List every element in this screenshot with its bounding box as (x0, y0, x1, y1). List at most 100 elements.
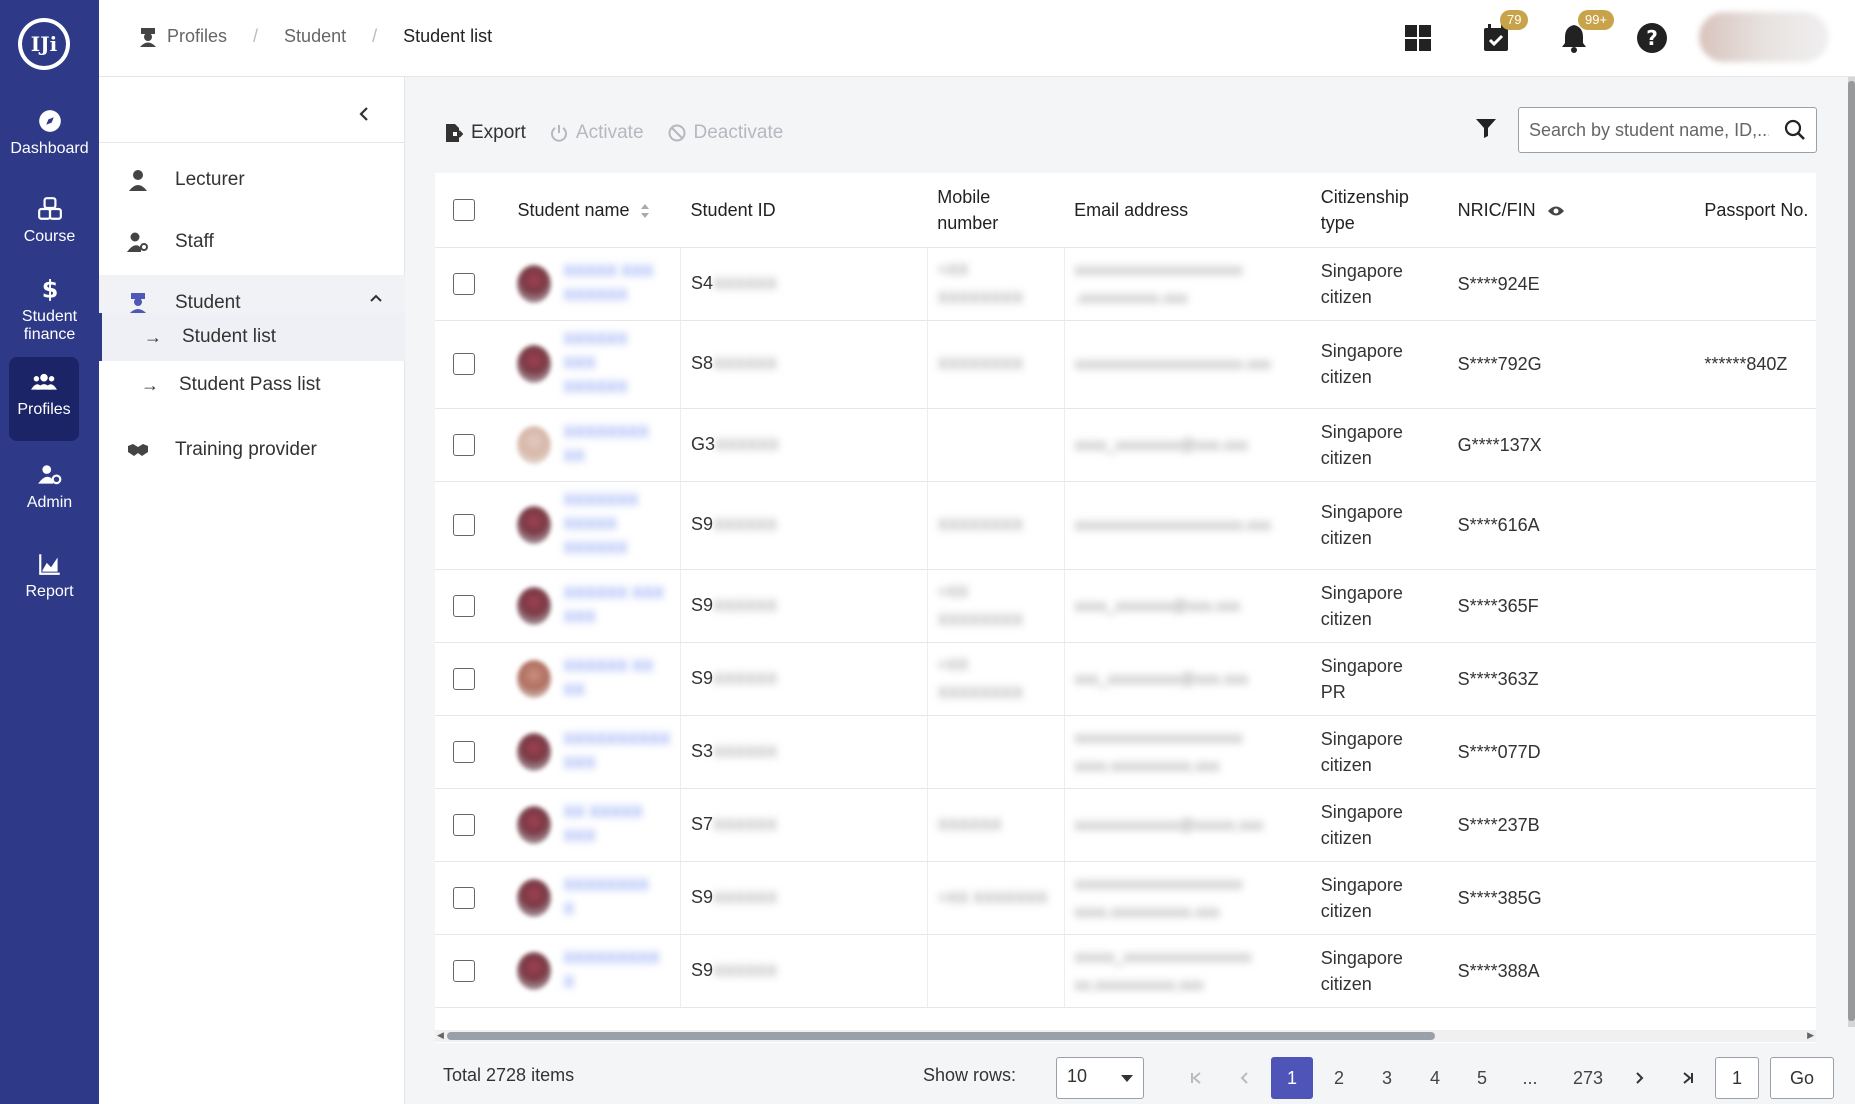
deactivate-button[interactable]: Deactivate (668, 122, 783, 144)
rail-item-course[interactable]: Course (0, 196, 99, 246)
top-bar: Profiles / Student / Student list 79 99+… (99, 0, 1855, 77)
citizenship-line1: Singapore (1320, 341, 1403, 361)
table-row[interactable]: XXXXXXXXXX XXX S3XXXXXX xxxxxxxxxxxxxxxxx… (435, 715, 1816, 789)
rail-item-dashboard[interactable]: Dashboard (0, 108, 99, 158)
subnav-item-staff[interactable]: Staff (99, 214, 405, 270)
rail-item-profiles[interactable]: Profiles (9, 357, 79, 441)
row-checkbox[interactable] (453, 740, 475, 763)
table-row[interactable]: XXXXXXXX X S9XXXXXX +XX XXXXXXX xxxxxxxxx… (435, 861, 1816, 935)
scroll-thumb[interactable] (447, 1032, 1435, 1040)
row-checkbox[interactable] (453, 886, 475, 909)
notifications-button[interactable]: 99+ (1554, 10, 1615, 58)
table-toolbar: Export Activate Deactivate (445, 117, 807, 149)
row-checkbox[interactable] (453, 813, 475, 836)
student-id-prefix: S9 (691, 594, 714, 615)
row-checkbox[interactable] (453, 272, 475, 295)
scroll-left-icon[interactable]: ◀ (437, 1030, 444, 1041)
breadcrumb-profiles[interactable]: Profiles (167, 26, 227, 47)
table-row[interactable]: XXXXXXXXX X S9XXXXXX xxxxx_xxxxxxxxxxxxxx… (435, 934, 1816, 1008)
rail-item-student-finance[interactable]: $ Student finance (0, 276, 99, 344)
last-page-button[interactable] (1667, 1057, 1709, 1099)
student-name-redacted[interactable]: XXXXXXXXXX XXX (563, 728, 670, 776)
page-button-1[interactable]: 1 (1271, 1057, 1313, 1099)
goto-page-input[interactable]: 1 (1715, 1057, 1759, 1099)
citizenship-line1: Singapore (1320, 582, 1403, 603)
search-box (1518, 107, 1817, 153)
table-row[interactable]: XXXXXX XX XX S9XXXXXX +XX XXXXXXXX xxx_xxx… (435, 642, 1816, 716)
table-row[interactable]: XXXXXXXX XX G3XXXXXX xxxx_xxxxxxxx@xxx.xx… (435, 408, 1816, 482)
student-name-redacted[interactable]: XXXXXXXX X (563, 874, 648, 922)
student-name-redacted[interactable]: XXXXXX XX XX (563, 655, 653, 703)
eye-icon[interactable] (1547, 205, 1565, 217)
table-row[interactable]: XXXXXX XXX XXXXXX S8XXXXXX XXXXXXXX xxxxxx… (435, 320, 1816, 409)
app-logo[interactable]: IJi (18, 18, 70, 70)
sort-icon[interactable] (640, 202, 650, 220)
filter-button[interactable] (1475, 117, 1497, 144)
student-name-redacted[interactable]: XX XXXXX XXX (563, 801, 642, 849)
email-redacted: xxxx_xxxxxxxx@xxx.xxx (1074, 436, 1249, 454)
page-button-4[interactable]: 4 (1414, 1057, 1456, 1099)
student-name-redacted[interactable]: XXXXXXXXXX (563, 421, 648, 469)
prev-page-button[interactable] (1223, 1057, 1265, 1099)
page-button-5[interactable]: 5 (1461, 1057, 1503, 1099)
citizenship-line1: Singapore (1320, 801, 1403, 822)
table-row[interactable]: XXXXXX XXX XXX S9XXXXXX +XX XXXXXXXX xxxx_… (435, 569, 1816, 643)
subnav-item-lecturer[interactable]: Lecturer (99, 152, 405, 208)
arrow-right-icon: → (141, 374, 159, 395)
column-header-student-name[interactable]: Student name (507, 173, 681, 248)
row-checkbox[interactable] (453, 959, 475, 982)
table-row[interactable]: XXXXXXX XXXXX XXXXXX S9XXXXXX XXXXXXXX xxx… (435, 481, 1816, 570)
citizenship-line1: Singapore (1320, 947, 1403, 968)
next-page-button[interactable] (1619, 1057, 1661, 1099)
row-checkbox[interactable] (453, 433, 475, 456)
apps-grid-button[interactable] (1398, 18, 1438, 58)
page-ellipsis[interactable]: ... (1509, 1057, 1551, 1099)
subnav-item-training-provider[interactable]: Training provider (99, 422, 405, 478)
table-row[interactable]: XX XXXXX XXX S7XXXXXX XXXXXX xxxxxxxxxxxx… (435, 788, 1816, 862)
subnav-item-student-list[interactable]: → Student list (99, 313, 405, 361)
table-row[interactable]: XXXXX XXX XXXXXX S4XXXXXX +XX XXXXXXXX xxx… (435, 247, 1816, 321)
student-avatar (517, 951, 552, 990)
search-icon[interactable] (1784, 119, 1806, 141)
vertical-scrollbar[interactable] (1848, 77, 1855, 1027)
search-input[interactable] (1529, 119, 1769, 141)
email-redacted: xxxxxxxxxxxxxxxxxxxxx.xxx (1074, 517, 1272, 534)
first-page-button[interactable] (1175, 1057, 1217, 1099)
student-name-redacted[interactable]: XXXXXX XXX XXXXXX (563, 328, 627, 400)
activate-button[interactable]: Activate (550, 122, 644, 144)
breadcrumb-student[interactable]: Student (284, 26, 346, 47)
select-all-checkbox[interactable] (453, 198, 475, 221)
pagination-bar: Total 2728 items Show rows: 10 1 2 3 4 5… (435, 1055, 1834, 1099)
export-button[interactable]: Export (445, 122, 526, 144)
student-name-redacted[interactable]: XXXXXX XXX XXX (563, 582, 664, 630)
student-avatar (517, 425, 552, 464)
rail-item-admin[interactable]: Admin (0, 462, 99, 512)
row-checkbox[interactable] (453, 667, 475, 690)
row-checkbox[interactable] (453, 594, 475, 617)
scroll-right-icon[interactable]: ▶ (1807, 1030, 1814, 1041)
student-name-redacted[interactable]: XXXXX XXX XXXXXX (563, 260, 653, 308)
student-name-redacted[interactable]: XXXXXXX XXXXX XXXXXX (563, 489, 638, 561)
page-button-last[interactable]: 273 (1562, 1057, 1614, 1099)
scroll-thumb[interactable] (1848, 81, 1855, 1021)
row-checkbox[interactable] (453, 514, 475, 536)
total-items: Total 2728 items (443, 1065, 575, 1085)
collapse-sidebar-button[interactable] (349, 99, 379, 129)
student-name-redacted[interactable]: XXXXXXXXXX (563, 947, 659, 995)
header-label: type (1320, 212, 1355, 233)
user-avatar[interactable] (1699, 12, 1829, 62)
rail-item-report[interactable]: Report (0, 551, 99, 601)
tasks-button[interactable]: 79 (1476, 10, 1529, 58)
page-button-2[interactable]: 2 (1318, 1057, 1360, 1099)
rows-per-page-select[interactable]: 10 (1056, 1057, 1144, 1099)
student-id-redacted: XXXXXX (713, 743, 778, 761)
caret-down-icon (1121, 1075, 1133, 1082)
go-button[interactable]: Go (1770, 1057, 1834, 1099)
chevron-right-icon (1636, 1072, 1644, 1084)
page-button-3[interactable]: 3 (1366, 1057, 1408, 1099)
horizontal-scrollbar[interactable]: ◀ ▶ (435, 1030, 1816, 1042)
student-id-redacted: XXXXXX (713, 517, 778, 534)
row-checkbox[interactable] (453, 353, 475, 375)
help-button[interactable]: ? (1632, 18, 1672, 58)
subnav-item-student-pass-list[interactable]: → Student Pass list (99, 361, 405, 409)
